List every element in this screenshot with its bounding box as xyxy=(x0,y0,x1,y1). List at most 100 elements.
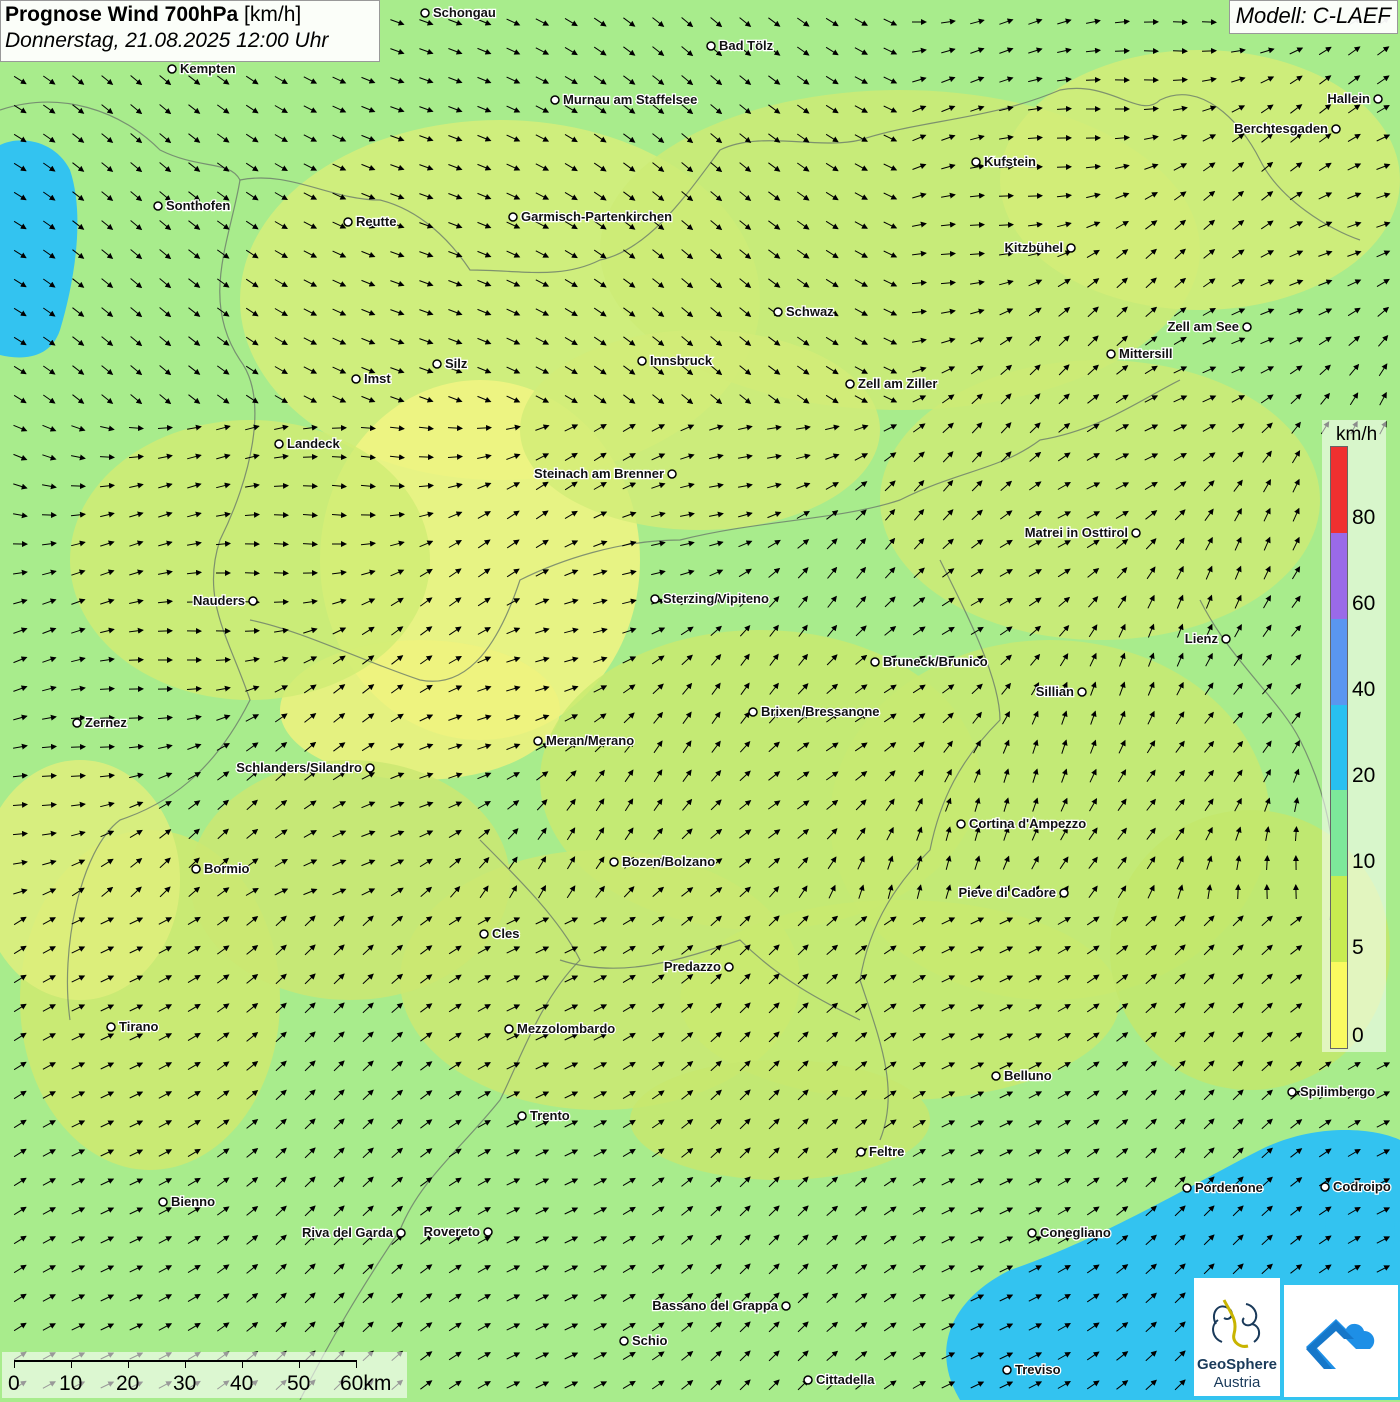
city-marker: Bad Tölz xyxy=(707,38,774,53)
wind-arrow xyxy=(14,1294,26,1301)
wind-arrow xyxy=(1087,1120,1099,1128)
wind-arrow xyxy=(159,1237,171,1244)
city-label: Murnau am Staffelsee xyxy=(563,92,697,107)
wind-arrow xyxy=(478,106,491,111)
wind-arrow xyxy=(276,1322,286,1331)
city-dot xyxy=(782,1302,790,1310)
wind-arrow xyxy=(188,1265,200,1272)
city-label: Conegliano xyxy=(1040,1225,1111,1240)
wind-arrow xyxy=(13,629,26,634)
legend-label: 60 xyxy=(1352,592,1375,616)
wind-arrow xyxy=(623,1178,635,1185)
wind-arrow xyxy=(73,337,84,346)
wind-arrow xyxy=(71,426,84,431)
city-dot xyxy=(707,42,715,50)
wind-arrow xyxy=(1290,48,1303,54)
wind-arrow xyxy=(334,1293,344,1303)
wind-arrow xyxy=(623,47,634,55)
wind-arrow xyxy=(363,1003,373,1013)
wind-arrow xyxy=(392,1293,403,1302)
wind-arrow xyxy=(246,76,258,84)
wind-arrow xyxy=(856,597,865,608)
wind-arrow xyxy=(652,628,665,634)
wind-arrow xyxy=(43,425,56,430)
city-marker: Sonthofen xyxy=(154,198,230,213)
wind-arrow xyxy=(1350,393,1357,405)
scale-tick xyxy=(299,1360,300,1368)
wind-arrow xyxy=(1261,338,1274,343)
wind-arrow xyxy=(129,428,143,429)
app-logo[interactable] xyxy=(1284,1285,1398,1397)
wind-arrow xyxy=(334,1177,344,1187)
wind-arrow xyxy=(769,569,780,578)
wind-arrow xyxy=(1058,1208,1070,1215)
wind-arrow xyxy=(449,1091,461,1099)
wind-arrow xyxy=(884,77,897,83)
wind-arrow xyxy=(73,163,84,172)
city-label: Bienno xyxy=(171,1194,215,1209)
legend-swatch xyxy=(1331,790,1347,876)
wind-arrow xyxy=(855,77,867,84)
wind-arrow xyxy=(131,192,142,201)
city-label: Innsbruck xyxy=(650,353,713,368)
wind-arrow xyxy=(1348,1063,1360,1070)
geosphere-logo[interactable]: GeoSphere Austria xyxy=(1194,1278,1280,1396)
wind-arrow xyxy=(217,76,228,84)
wind-arrow xyxy=(129,774,143,777)
wind-arrow xyxy=(478,77,491,82)
wind-arrow xyxy=(13,572,27,574)
wind-arrow xyxy=(623,1236,635,1243)
wind-arrow xyxy=(711,1206,721,1215)
wind-arrow xyxy=(971,1179,984,1185)
city-marker: Hallein xyxy=(1327,91,1382,106)
wind-arrow xyxy=(305,1206,315,1216)
wind-arrow xyxy=(594,1150,606,1156)
wind-arrow xyxy=(740,1351,750,1361)
wind-arrow xyxy=(160,337,171,346)
wind-arrow xyxy=(826,18,838,25)
wind-arrow xyxy=(100,659,114,661)
city-dot xyxy=(1078,688,1086,696)
city-marker: Trento xyxy=(518,1108,570,1123)
map-title: Prognose Wind 700hPa [km/h] xyxy=(5,3,375,27)
wind-arrow xyxy=(971,78,984,83)
wind-arrow xyxy=(189,395,200,404)
wind-arrow xyxy=(565,1382,578,1388)
wind-arrow xyxy=(420,1091,431,1099)
wind-arrow xyxy=(1348,308,1360,315)
wind-arrow xyxy=(826,76,838,83)
city-label: Mittersill xyxy=(1119,346,1172,361)
wind-arrow xyxy=(305,1177,315,1187)
wind-arrow xyxy=(856,1323,867,1332)
wind-arrow xyxy=(1377,1063,1389,1069)
wind-arrow xyxy=(971,1208,984,1214)
wind-arrow xyxy=(1202,22,1216,23)
wind-arrow xyxy=(189,221,200,230)
city-label: Bormio xyxy=(204,861,250,876)
wind-arrow xyxy=(189,134,200,143)
wind-arrow xyxy=(1029,1092,1041,1098)
scale-label: 40 xyxy=(230,1372,253,1396)
wind-arrow xyxy=(1029,1208,1041,1214)
wind-arrow xyxy=(305,1322,315,1332)
wind-arrow xyxy=(1000,1179,1013,1185)
wind-arrow xyxy=(913,1324,925,1331)
wind-arrow xyxy=(942,1150,955,1156)
wind-arrow xyxy=(1000,1150,1013,1156)
wind-arrow xyxy=(72,1266,85,1272)
wind-arrow xyxy=(159,1266,171,1273)
wind-arrow xyxy=(131,105,142,114)
wind-arrow xyxy=(189,105,200,114)
wind-arrow xyxy=(73,134,84,143)
wind-arrow xyxy=(942,627,954,634)
wind-arrow xyxy=(797,47,808,55)
wind-arrow xyxy=(334,1090,344,1100)
wind-arrow xyxy=(419,457,433,458)
city-label: Rovereto xyxy=(424,1224,480,1239)
wind-arrow xyxy=(1028,196,1042,197)
wind-arrow xyxy=(913,1208,925,1215)
wind-arrow xyxy=(1291,684,1300,695)
wind-arrow xyxy=(798,1351,808,1361)
wind-arrow xyxy=(711,1380,721,1389)
wind-arrow xyxy=(334,1322,344,1332)
